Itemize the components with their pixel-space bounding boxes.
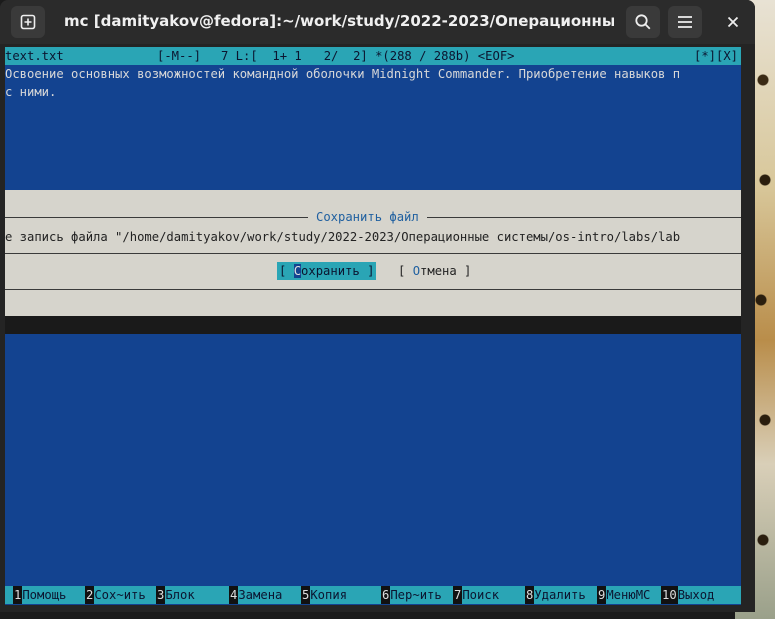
save-button[interactable]: [ Сохранить ] <box>277 262 377 280</box>
save-file-dialog: Сохранить файл е запись файла "/home/dam… <box>5 190 741 316</box>
fkey-number: 9 <box>597 586 607 604</box>
fkey-label: Сох~ить <box>94 588 146 602</box>
fkey-number: 10 <box>661 586 678 604</box>
editor-line[interactable]: Освоение основных возможностей командной… <box>5 65 741 83</box>
window-title: mc [damityakov@fedora]:~/work/study/2022… <box>64 12 614 30</box>
fkey-number: 5 <box>301 586 311 604</box>
save-button-label: охранить ] <box>301 264 375 278</box>
status-mode: [-M--] <box>157 49 202 63</box>
fkey-block[interactable]: 3Блок <box>156 586 195 604</box>
fkey-number: 7 <box>453 586 463 604</box>
fkey-move[interactable]: 6Пер~ить <box>381 586 442 604</box>
fkey-label: МенюMC <box>606 588 651 602</box>
fkey-number: 8 <box>525 586 535 604</box>
status-position: 7 L:[ 1+ 1 2/ 2] *(288 / 288b) <EOF> <box>221 49 515 63</box>
save-button-hotkey: С <box>293 264 302 278</box>
fkey-number: 4 <box>229 586 239 604</box>
dialog-border-bottom <box>5 289 741 290</box>
new-tab-button[interactable] <box>11 6 45 38</box>
close-icon <box>727 16 739 28</box>
dialog-separator <box>5 253 741 254</box>
fkey-number: 2 <box>85 586 95 604</box>
function-key-bar: 1Помощь 2Сох~ить 3Блок 4Замена 5Копия 6П… <box>5 586 741 604</box>
fkey-exit[interactable]: 10Выход <box>661 586 714 604</box>
editor-status-bar: text.txt [-M--] 7 L:[ 1+ 1 2/ 2] *(288 /… <box>5 47 741 65</box>
dialog-shadow <box>5 316 741 334</box>
scrollbar[interactable] <box>741 47 755 605</box>
fkey-label: Выход <box>677 588 715 602</box>
search-button[interactable] <box>626 6 660 38</box>
fkey-label: Замена <box>238 588 283 602</box>
fkey-help[interactable]: 1Помощь <box>13 586 66 604</box>
fkey-label: Удалить <box>534 588 586 602</box>
fkey-copy[interactable]: 5Копия <box>301 586 347 604</box>
terminal-window: mc [damityakov@fedora]:~/work/study/2022… <box>0 0 755 612</box>
menu-button[interactable] <box>668 6 702 38</box>
cancel-button-prefix: [ <box>398 264 413 278</box>
fkey-label: Блок <box>165 588 195 602</box>
fkey-replace[interactable]: 4Замена <box>229 586 282 604</box>
cancel-button-label: тмена ] <box>420 264 472 278</box>
status-flags: [*][X] <box>694 49 739 63</box>
new-tab-icon <box>20 14 36 30</box>
editor-line[interactable]: с ними. <box>5 83 741 101</box>
fkey-number: 1 <box>13 586 23 604</box>
fkey-label: Пер~ить <box>390 588 442 602</box>
dialog-message: е запись файла "/home/damityakov/work/st… <box>5 230 681 244</box>
hamburger-menu-icon <box>678 16 692 28</box>
fkey-label: Помощь <box>22 588 67 602</box>
fkey-menu[interactable]: 9МенюMC <box>597 586 650 604</box>
cancel-button[interactable]: [ Отмена ] <box>398 262 471 280</box>
fkey-search[interactable]: 7Поиск <box>453 586 499 604</box>
fkey-label: Поиск <box>462 588 500 602</box>
status-filename: text.txt <box>5 49 64 63</box>
cancel-button-hotkey: О <box>412 264 421 278</box>
close-button[interactable] <box>716 6 750 38</box>
fkey-delete[interactable]: 8Удалить <box>525 586 586 604</box>
fkey-label: Копия <box>310 588 348 602</box>
dialog-title: Сохранить файл <box>308 208 427 226</box>
fkey-number: 3 <box>156 586 166 604</box>
terminal-area[interactable]: text.txt [-M--] 7 L:[ 1+ 1 2/ 2] *(288 /… <box>5 47 741 605</box>
save-button-prefix: [ <box>279 264 294 278</box>
fkey-save[interactable]: 2Сох~ить <box>85 586 146 604</box>
title-bar: mc [damityakov@fedora]:~/work/study/2022… <box>0 0 755 44</box>
search-icon <box>635 14 651 30</box>
fkey-number: 6 <box>381 586 391 604</box>
